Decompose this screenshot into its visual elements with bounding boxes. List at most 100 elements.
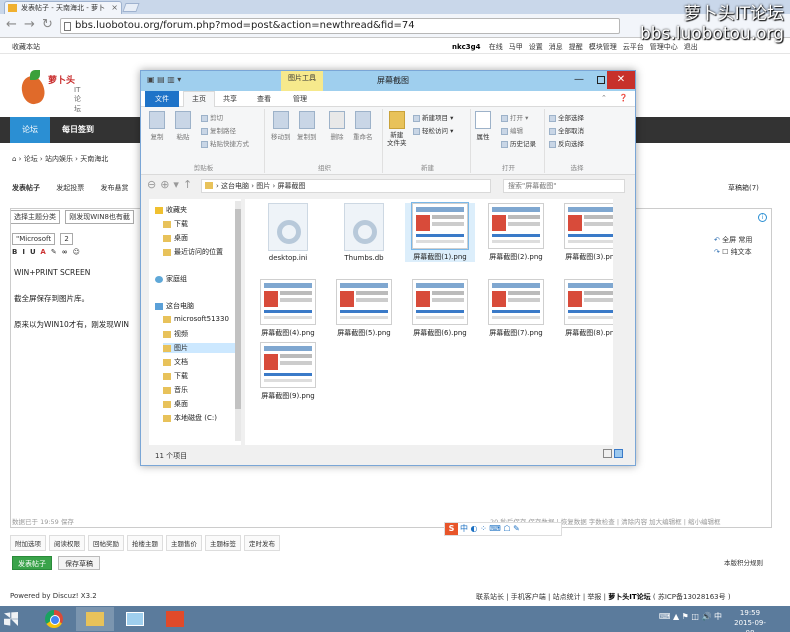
explorer-titlebar[interactable]: ▣ ▤ ▥ ▾ 图片工具 屏幕截图 — ✕	[141, 71, 635, 91]
picture-tools-tab[interactable]: 图片工具	[281, 71, 323, 91]
user-link[interactable]: 模块管理	[589, 43, 617, 51]
start-button-icon[interactable]	[4, 612, 18, 626]
forum-logo[interactable]: 萝卜头 IT论坛	[18, 70, 81, 113]
maximize-icon[interactable]	[597, 76, 605, 84]
user-link[interactable]: 马甲	[509, 43, 523, 51]
file-item[interactable]: 屏幕截图(9).png	[253, 342, 323, 401]
tray-icons[interactable]: ⌨ ▲ ⚑ ◫ 🔊 中	[659, 612, 722, 621]
tab-manage[interactable]: 管理	[293, 94, 307, 104]
select-none-button[interactable]: 全部取消	[549, 125, 584, 135]
nav-item-drive[interactable]: 本地磁盘 (C:)	[163, 413, 217, 423]
explorer-path[interactable]: › 这台电脑 › 图片 › 屏幕截图	[201, 179, 491, 193]
file-item[interactable]: desktop.ini	[253, 203, 323, 262]
option-button[interactable]: 主题售价	[166, 535, 202, 551]
save-draft-button[interactable]: 保存草稿	[58, 556, 100, 570]
details-view-icon[interactable]	[603, 449, 612, 458]
file-item[interactable]: 屏幕截图(1).png	[405, 202, 475, 262]
nav-forum[interactable]: 论坛	[10, 117, 50, 143]
breadcrumb-item[interactable]: 论坛	[24, 155, 38, 163]
submit-post-button[interactable]: 发表帖子	[12, 556, 52, 570]
copy-button[interactable]: 复制	[149, 111, 165, 141]
option-button[interactable]: 阅读权限	[49, 535, 85, 551]
favorite-site-link[interactable]: 收藏本站	[12, 42, 40, 52]
option-button[interactable]: 附加选项	[10, 535, 46, 551]
option-button[interactable]: 主题标签	[205, 535, 241, 551]
user-link[interactable]: 设置	[529, 43, 543, 51]
browser-tab[interactable]: 发表帖子 - 天南海北 - 萝卜 ×	[4, 1, 122, 14]
help-icon[interactable]: ❓	[619, 94, 628, 102]
copy-to-button[interactable]: 复制到	[297, 111, 317, 141]
app-taskbar-icon[interactable]	[156, 607, 194, 631]
file-list-scrollbar[interactable]	[613, 201, 621, 441]
ribbon-collapse-icon[interactable]: ⌃	[601, 94, 607, 102]
open-button[interactable]: 打开 ▾	[501, 112, 528, 122]
forward-icon[interactable]: →	[24, 17, 35, 32]
tab-home[interactable]: 主页	[183, 91, 215, 107]
nav-item-folder[interactable]: 音乐	[163, 385, 188, 395]
nav-item-folder[interactable]: 图片	[163, 343, 241, 353]
history-button[interactable]: 历史记录	[501, 138, 536, 148]
file-item[interactable]: 屏幕截图(7).png	[481, 279, 551, 338]
user-link[interactable]: 退出	[684, 43, 698, 51]
path-segment[interactable]: 屏幕截图	[278, 182, 306, 190]
tab-poll[interactable]: 发起投票	[56, 184, 84, 192]
nav-item-folder[interactable]: 文档	[163, 357, 188, 367]
invert-selection-button[interactable]: 反向选择	[549, 138, 584, 148]
file-item[interactable]: 屏幕截图(6).png	[405, 279, 475, 338]
close-tab-icon[interactable]: ×	[111, 2, 118, 14]
nav-item-pc[interactable]: 这台电脑	[155, 301, 194, 311]
cut-button[interactable]: 剪切	[201, 112, 223, 122]
image-app-taskbar-icon[interactable]	[116, 607, 154, 631]
copy-path-button[interactable]: 复制路径	[201, 125, 236, 135]
nav-buttons[interactable]: ⊖⊕▾↑	[147, 178, 196, 191]
new-tab-button[interactable]	[122, 3, 140, 12]
username[interactable]: nkc3g4	[452, 43, 481, 51]
clock[interactable]: 19:59 2015-09-08	[730, 608, 770, 632]
delete-button[interactable]: 删除	[329, 111, 345, 141]
file-item[interactable]: Thumbs.db	[329, 203, 399, 262]
breadcrumb-item[interactable]: 天南海北	[80, 155, 108, 163]
nav-item-star[interactable]: 收藏夹	[155, 205, 187, 215]
nav-item-folder[interactable]: 视频	[163, 329, 188, 339]
file-item[interactable]: 屏幕截图(2).png	[481, 203, 551, 262]
minimize-icon[interactable]: —	[574, 74, 584, 85]
nav-item-folder[interactable]: 桌面	[163, 399, 188, 409]
edit-button[interactable]: 编辑	[501, 125, 523, 135]
properties-button[interactable]: 属性	[475, 111, 491, 141]
move-to-button[interactable]: 移动到	[271, 111, 291, 141]
file-item[interactable]: 屏幕截图(4).png	[253, 279, 323, 338]
path-segment[interactable]: 这台电脑	[221, 182, 249, 190]
file-item[interactable]: 屏幕截图(5).png	[329, 279, 399, 338]
tab-reward[interactable]: 发布悬赏	[100, 184, 128, 192]
nav-item-folder[interactable]: 下载	[163, 371, 188, 381]
paste-button[interactable]: 粘贴	[175, 111, 191, 141]
new-folder-button[interactable]: 新建 文件夹	[387, 111, 407, 147]
close-icon[interactable]: ✕	[607, 71, 635, 89]
footer-icp[interactable]: ( 苏ICP备13028163号 )	[653, 593, 731, 601]
rules-link[interactable]: 本版积分规则	[724, 557, 763, 567]
large-icons-view-icon[interactable]	[614, 449, 623, 458]
easy-access-button[interactable]: 轻松访问 ▾	[413, 125, 453, 135]
back-icon[interactable]: ←	[6, 17, 17, 32]
user-links[interactable]: 在线 马甲 设置 消息 提醒 模块管理 云平台 管理中心 退出	[483, 43, 698, 51]
rename-button[interactable]: 重命名	[353, 111, 373, 141]
path-segment[interactable]: 图片	[256, 182, 270, 190]
nav-item-homegroup[interactable]: 家庭组	[155, 274, 187, 284]
reload-icon[interactable]: ↻	[42, 17, 53, 32]
nav-item-folder[interactable]: 最近访问的位置	[163, 247, 223, 257]
select-all-button[interactable]: 全部选择	[549, 112, 584, 122]
user-link[interactable]: 提醒	[569, 43, 583, 51]
home-icon[interactable]: ⌂	[12, 155, 16, 163]
tab-share[interactable]: 共享	[223, 94, 237, 104]
user-link[interactable]: 管理中心	[650, 43, 678, 51]
footer-site[interactable]: 萝卜头IT论坛	[608, 593, 650, 601]
new-item-button[interactable]: 新建项目 ▾	[413, 112, 453, 122]
explorer-search-input[interactable]: 搜索"屏幕截图"	[503, 179, 625, 193]
option-button[interactable]: 定时发布	[244, 535, 280, 551]
nav-item-folder[interactable]: 桌面	[163, 233, 188, 243]
view-switcher[interactable]	[601, 449, 625, 459]
nav-item-folder[interactable]: 下载	[163, 219, 188, 229]
option-button[interactable]: 抢楼主题	[127, 535, 163, 551]
user-link[interactable]: 消息	[549, 43, 563, 51]
explorer-taskbar-icon[interactable]	[76, 607, 114, 631]
